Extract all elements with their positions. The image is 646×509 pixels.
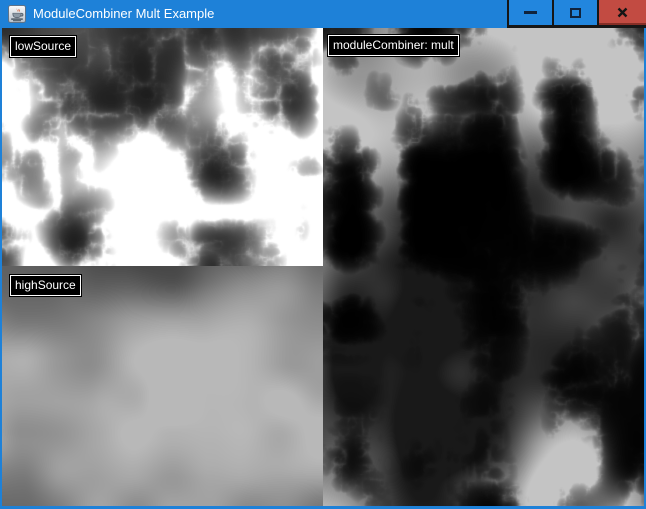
low-source-panel: lowSource [2,28,323,266]
java-coffee-cup-icon[interactable] [8,5,26,23]
close-icon [617,7,628,18]
app-window: ModuleCombiner Mult Example lowSource [0,0,646,509]
module-combiner-label: moduleCombiner: mult [328,35,459,56]
right-column: moduleCombiner: mult [323,28,644,506]
minimize-icon [524,11,537,14]
window-controls [507,0,646,28]
high-source-noise-canvas [2,266,323,506]
module-combiner-noise-canvas [323,28,644,506]
titlebar[interactable]: ModuleCombiner Mult Example [0,0,646,28]
left-column: lowSource highSource [2,28,323,506]
maximize-icon [570,8,581,18]
maximize-button[interactable] [554,0,597,25]
module-combiner-panel: moduleCombiner: mult [323,28,644,506]
high-source-label: highSource [10,275,81,296]
low-source-label: lowSource [10,36,76,57]
window-title: ModuleCombiner Mult Example [33,0,507,28]
low-source-noise-canvas [2,28,323,266]
close-button[interactable] [599,0,646,25]
minimize-button[interactable] [509,0,552,25]
content-area: lowSource highSource moduleCombiner: mul… [0,28,646,509]
high-source-panel: highSource [2,266,323,506]
